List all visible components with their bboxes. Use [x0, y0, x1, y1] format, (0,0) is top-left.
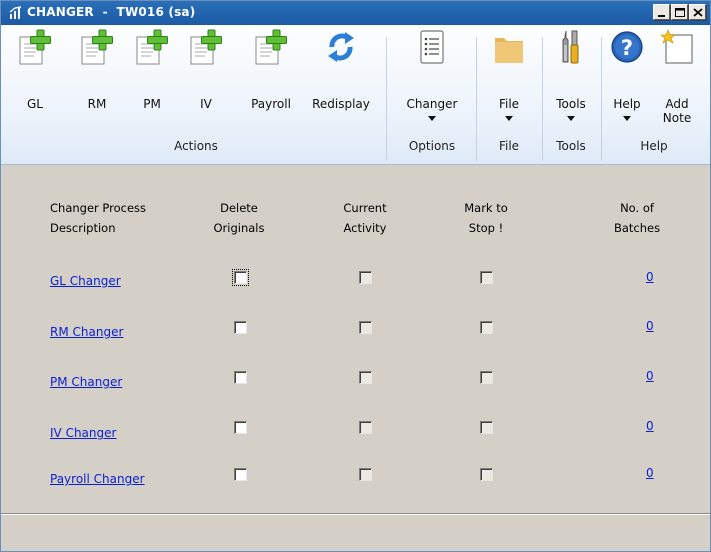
mark-to-stop-checkbox [480, 421, 493, 434]
group-separator [542, 37, 543, 161]
title-bar[interactable]: CHANGER - TW016 (sa) [1, 1, 710, 25]
file-button[interactable]: File [481, 27, 537, 145]
changer-label: Changer [406, 97, 458, 111]
group-separator [386, 37, 387, 161]
pm-label: PM [143, 97, 161, 111]
add-document-icon [19, 29, 51, 65]
close-icon [693, 8, 703, 17]
current-activity-checkbox [359, 421, 372, 434]
redisplay-label: Redisplay [312, 97, 370, 111]
batches-count-link[interactable]: 0 [646, 466, 654, 480]
actions-group-label: Actions [174, 139, 218, 153]
maximize-button[interactable] [671, 4, 688, 20]
current-activity-checkbox [359, 371, 372, 384]
pm-changer-link[interactable]: PM Changer [50, 375, 122, 389]
rm-changer-link[interactable]: RM Changer [50, 325, 123, 339]
add-document-icon [255, 29, 287, 65]
chevron-down-icon [567, 116, 575, 121]
payroll-button[interactable]: Payroll [244, 27, 298, 145]
minimize-button[interactable] [653, 4, 670, 20]
gl-changer-link[interactable]: GL Changer [50, 274, 121, 288]
gl-label: GL [27, 97, 43, 111]
batches-count-link[interactable]: 0 [646, 369, 654, 383]
delete-originals-checkbox[interactable] [234, 468, 247, 481]
refresh-icon [328, 32, 354, 62]
iv-label: IV [200, 97, 212, 111]
delete-originals-checkbox[interactable] [234, 421, 247, 434]
changer-window: CHANGER - TW016 (sa) GL RM PM IV Payroll… [0, 0, 711, 552]
gl-button[interactable]: GL [15, 27, 55, 145]
add-document-icon [190, 29, 222, 65]
window-title: CHANGER - TW016 (sa) [27, 5, 196, 19]
batches-count-link[interactable]: 0 [646, 319, 654, 333]
mark-to-stop-checkbox [480, 371, 493, 384]
delete-originals-checkbox[interactable] [234, 321, 247, 334]
status-bar [1, 513, 710, 551]
help-icon: ? [611, 31, 643, 63]
delete-originals-checkbox[interactable] [234, 371, 247, 384]
tools-label: Tools [556, 97, 586, 111]
batches-count-link[interactable]: 0 [646, 419, 654, 433]
add-document-icon [81, 29, 113, 65]
current-activity-checkbox [359, 321, 372, 334]
iv-changer-link[interactable]: IV Changer [50, 426, 116, 440]
mark-to-stop-checkbox [480, 321, 493, 334]
chevron-down-icon [505, 116, 513, 121]
add-document-icon [136, 29, 168, 65]
current-activity-checkbox [359, 271, 372, 284]
description-header: Changer Process Description [50, 201, 147, 235]
add-note-label: Add Note [662, 97, 692, 125]
options-group-label: Options [408, 139, 456, 153]
list-document-icon [420, 30, 444, 64]
tools-icon [562, 30, 579, 64]
note-icon [660, 29, 693, 64]
help-button[interactable]: ? Help [605, 27, 649, 145]
mark-to-stop-checkbox [480, 271, 493, 284]
pm-button[interactable]: PM [132, 27, 172, 145]
no-of-batches-header: No. of Batches [613, 201, 661, 235]
ribbon: GL RM PM IV Payroll Redisplay Actions Ch… [1, 25, 710, 165]
group-separator [476, 37, 477, 161]
help-label: Help [613, 97, 641, 111]
file-group-label: File [498, 139, 520, 153]
mark-to-stop-checkbox [480, 468, 493, 481]
help-group-label: Help [640, 139, 668, 153]
group-separator [601, 37, 602, 161]
iv-button[interactable]: IV [186, 27, 226, 145]
tools-group-label: Tools [556, 139, 586, 153]
maximize-icon [675, 8, 685, 17]
delete-originals-header: Delete Originals [213, 201, 265, 235]
minimize-icon [658, 15, 665, 17]
batches-count-link[interactable]: 0 [646, 270, 654, 284]
app-chart-icon [9, 6, 22, 19]
chevron-down-icon [428, 116, 436, 121]
changer-button[interactable]: Changer [395, 27, 469, 145]
folder-icon [495, 38, 523, 63]
delete-originals-checkbox[interactable] [232, 269, 249, 286]
current-activity-checkbox [359, 468, 372, 481]
close-button[interactable] [689, 4, 706, 20]
payroll-changer-link[interactable]: Payroll Changer [50, 472, 145, 486]
redisplay-button[interactable]: Redisplay [306, 27, 376, 145]
add-note-button[interactable]: Add Note [651, 27, 703, 145]
current-activity-header: Current Activity [343, 201, 387, 235]
file-label: File [498, 97, 520, 111]
tools-button[interactable]: Tools [545, 27, 597, 145]
svg-text:?: ? [621, 36, 633, 60]
payroll-label: Payroll [251, 97, 291, 111]
changer-process-panel: Changer Process Description Delete Origi… [1, 166, 710, 511]
rm-button[interactable]: RM [77, 27, 117, 145]
chevron-down-icon [623, 116, 631, 121]
rm-label: RM [87, 97, 107, 111]
mark-to-stop-header: Mark to Stop ! [464, 201, 508, 235]
